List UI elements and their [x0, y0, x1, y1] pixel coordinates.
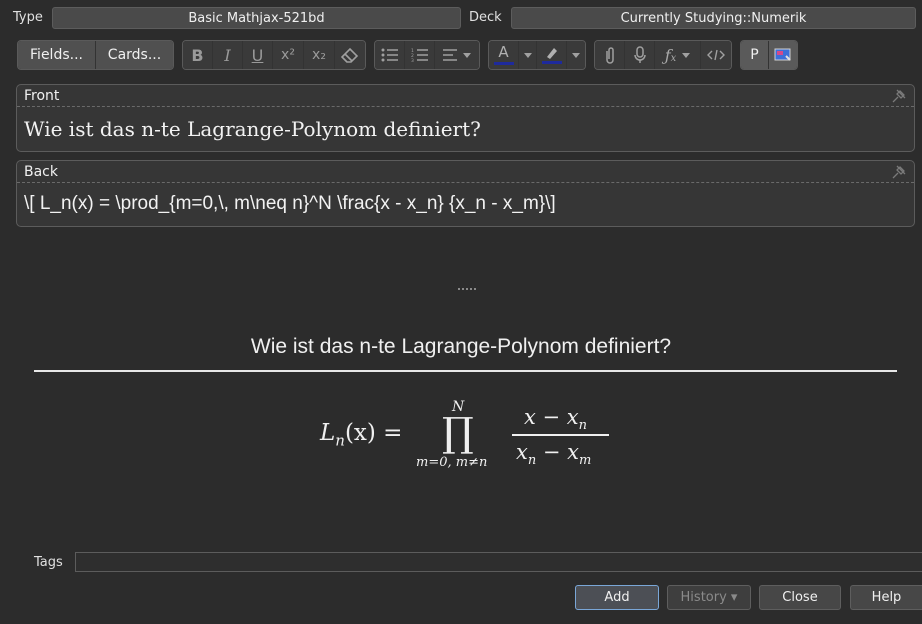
svg-text:3: 3	[411, 58, 414, 62]
eraser-icon[interactable]	[335, 41, 365, 69]
close-button[interactable]: Close	[759, 585, 841, 610]
editor-toolbar: Fields... Cards... B I U x² x₂ 123 A ƒx …	[17, 40, 798, 70]
italic-button[interactable]: I	[213, 41, 243, 69]
product-symbol: ∏	[442, 410, 474, 456]
formula-lhs-symbol: L	[320, 420, 336, 446]
text-color-swatch	[493, 62, 514, 65]
highlight-button[interactable]	[537, 41, 567, 69]
image-occlusion-icon[interactable]	[769, 41, 797, 69]
front-field-header: Front	[17, 85, 914, 107]
help-button[interactable]: Help	[850, 585, 922, 610]
color-group: A	[488, 40, 586, 70]
fields-button[interactable]: Fields...	[18, 41, 96, 69]
deck-selector[interactable]: Currently Studying::Numerik	[511, 7, 916, 29]
pin-icon[interactable]	[892, 89, 906, 103]
formula-denominator-sub1: n	[527, 453, 537, 469]
preview-question: Wie ist das n-te Lagrange-Polynom defini…	[250, 335, 672, 358]
cards-button[interactable]: Cards...	[96, 41, 173, 69]
back-field-label: Back	[24, 163, 58, 180]
fields-cards-group: Fields... Cards...	[17, 40, 174, 70]
format-group: B I U x² x₂	[182, 40, 366, 70]
history-button[interactable]: History ▾	[667, 585, 751, 610]
formula-numerator: x − xn	[524, 405, 587, 433]
formula-lhs-arg: (x) =	[344, 420, 403, 446]
bold-button[interactable]: B	[183, 41, 213, 69]
formula-numerator-sub: n	[578, 418, 588, 434]
bullet-list-icon[interactable]	[375, 41, 405, 69]
function-icon: ƒx	[664, 45, 677, 65]
list-group: 123	[374, 40, 480, 70]
function-dropdown[interactable]: ƒx	[655, 41, 701, 69]
deck-label: Deck	[469, 10, 502, 25]
text-color-dropdown[interactable]	[519, 41, 537, 69]
highlight-dropdown[interactable]	[567, 41, 585, 69]
fraction-bar	[512, 434, 609, 436]
formula-lhs: Ln(x) =	[320, 420, 402, 450]
chevron-down-icon	[463, 52, 471, 58]
formula-lhs-sub: n	[335, 431, 345, 450]
microphone-icon[interactable]	[625, 41, 655, 69]
note-type-value: Basic Mathjax-521bd	[188, 10, 325, 26]
front-field-label: Front	[24, 87, 60, 104]
front-field-editor[interactable]: Wie ist das n-te Lagrange-Polynom defini…	[17, 107, 914, 151]
back-field-header: Back	[17, 161, 914, 183]
pin-icon[interactable]	[892, 165, 906, 179]
media-group: ƒx	[594, 40, 732, 70]
subscript-button[interactable]: x₂	[304, 41, 335, 69]
paperclip-icon[interactable]	[595, 41, 625, 69]
text-color-icon: A	[498, 43, 509, 61]
superscript-button[interactable]: x²	[273, 41, 304, 69]
note-type-selector[interactable]: Basic Mathjax-521bd	[52, 7, 461, 29]
align-icon	[443, 49, 457, 61]
highlighter-icon	[546, 48, 557, 59]
align-dropdown[interactable]	[435, 41, 479, 69]
type-label: Type	[13, 10, 43, 25]
tags-label: Tags	[34, 555, 63, 570]
tags-input[interactable]	[75, 552, 922, 572]
formula-denominator-mid: − x	[536, 440, 580, 464]
preview-divider	[34, 370, 897, 372]
add-button[interactable]: Add	[575, 585, 659, 610]
formula-prod-lower: m=0, m≠n	[416, 455, 488, 470]
back-field: Back \[ L_n(x) = \prod_{m=0,\, m\neq n}^…	[16, 160, 915, 227]
formula-denominator-sub2: m	[579, 453, 592, 469]
front-field: Front Wie ist das n-te Lagrange-Polynom …	[16, 84, 915, 152]
numbered-list-icon[interactable]: 123	[405, 41, 435, 69]
chevron-down-icon	[572, 52, 580, 58]
splitter-handle[interactable]	[458, 288, 476, 290]
underline-button[interactable]: U	[243, 41, 273, 69]
highlight-color-swatch	[541, 61, 562, 64]
formula-denominator-x: x	[516, 440, 528, 464]
formula-numerator-text: x − x	[524, 405, 579, 429]
chevron-down-icon	[523, 52, 532, 58]
html-editor-icon[interactable]	[701, 41, 731, 69]
text-color-button[interactable]: A	[489, 41, 519, 69]
formula-denominator: xn − xm	[516, 440, 591, 468]
p-button[interactable]: P	[741, 41, 769, 69]
addon-group: P	[740, 40, 798, 70]
deck-value: Currently Studying::Numerik	[620, 10, 807, 26]
chevron-down-icon	[682, 52, 691, 58]
preview-formula: Ln(x) = N ∏ m=0, m≠n x − xn xn − xm	[318, 395, 618, 480]
back-field-editor[interactable]: \[ L_n(x) = \prod_{m=0,\, m\neq n}^N \fr…	[17, 183, 914, 225]
